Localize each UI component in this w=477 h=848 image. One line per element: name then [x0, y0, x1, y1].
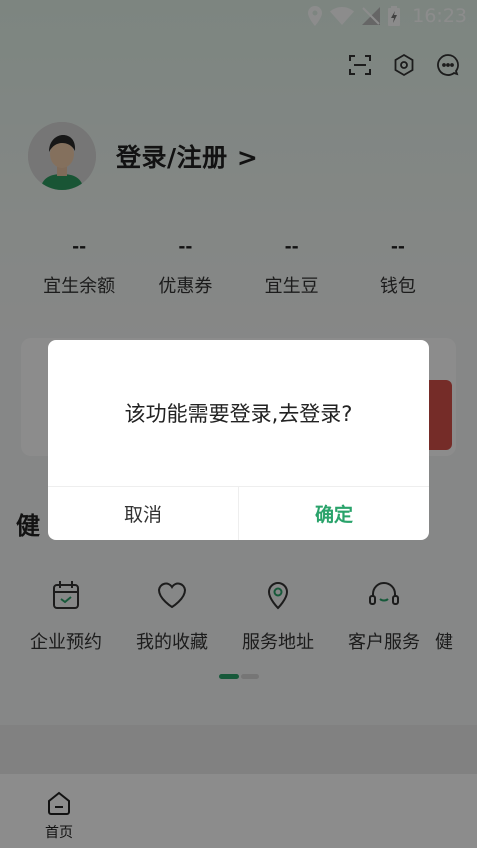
login-dialog: 该功能需要登录,去登录? 取消 确定 [48, 340, 429, 540]
dialog-buttons: 取消 确定 [48, 486, 429, 540]
cancel-button[interactable]: 取消 [48, 487, 239, 540]
dialog-message: 该功能需要登录,去登录? [124, 402, 353, 426]
confirm-button[interactable]: 确定 [239, 487, 429, 540]
